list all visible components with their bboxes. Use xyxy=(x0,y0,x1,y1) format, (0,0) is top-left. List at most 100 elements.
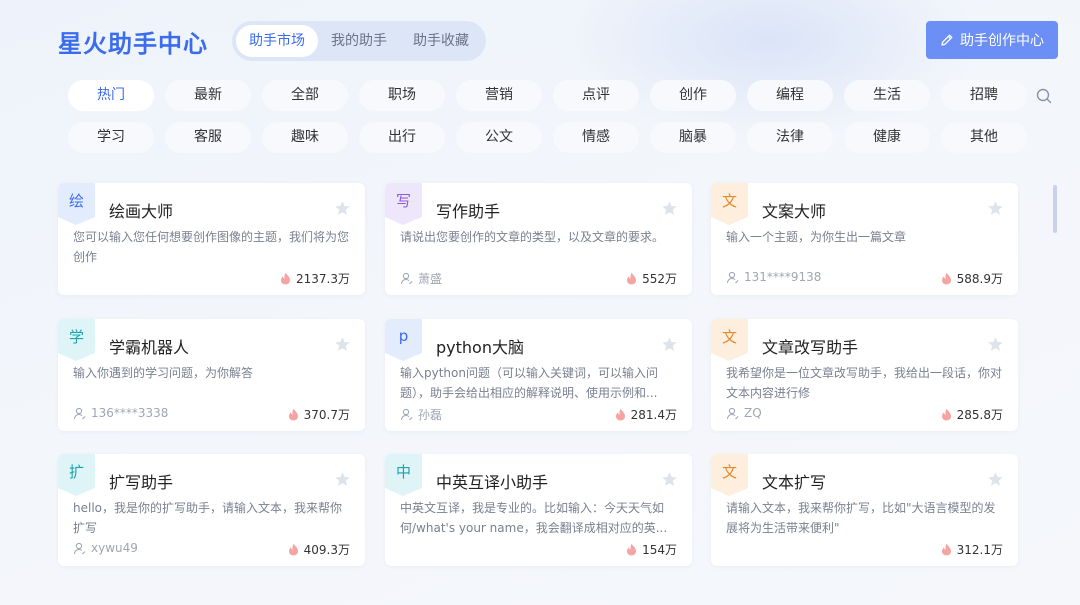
category-row-1: 热门 最新 全部 职场 营销 点评 创作 编程 生活 招聘 xyxy=(68,80,1027,111)
category-chip[interactable]: 招聘 xyxy=(941,80,1027,111)
user-icon xyxy=(73,542,86,554)
user-icon xyxy=(400,408,413,421)
card-title: 绘画大师 xyxy=(109,202,174,221)
card-badge: 中 xyxy=(385,454,422,496)
tab-favorites[interactable]: 助手收藏 xyxy=(400,25,482,57)
category-chip[interactable]: 生活 xyxy=(844,80,930,111)
scrollbar-thumb[interactable] xyxy=(1053,185,1057,233)
category-chip[interactable]: 客服 xyxy=(165,122,251,153)
category-chip[interactable]: 热门 xyxy=(68,80,154,111)
author-name: ZQ xyxy=(744,406,762,420)
category-chip[interactable]: 职场 xyxy=(359,80,445,111)
card-badge: 扩 xyxy=(58,454,95,496)
category-chip[interactable]: 出行 xyxy=(359,122,445,153)
card-description: 输入python问题（可以输入关键词，可以输入问题），助手会给出相应的解释说明、… xyxy=(400,366,658,400)
card-title: 学霸机器人 xyxy=(109,338,190,357)
card-description: 输入一个主题，为你生出一篇文章 xyxy=(726,230,907,244)
author-name: 萧盛 xyxy=(418,272,443,286)
popularity-count: 588.9万 xyxy=(956,272,1003,286)
category-chip[interactable]: 点评 xyxy=(553,80,639,111)
card-popularity: 154万 xyxy=(626,541,677,558)
favorite-star-icon[interactable] xyxy=(987,200,1004,217)
card-author: xywu49 xyxy=(73,541,138,555)
card-author: 萧盛 xyxy=(400,270,442,287)
category-chip[interactable]: 创作 xyxy=(650,80,736,111)
assistant-card[interactable]: 绘绘画大师 您可以输入您任何想要创作图像的主题，我们将为您创作 2137.3万 xyxy=(58,183,365,295)
author-name: 131****9138 xyxy=(744,270,822,284)
card-badge: 文 xyxy=(711,183,748,225)
search-icon[interactable] xyxy=(1034,86,1054,106)
popularity-count: 281.4万 xyxy=(630,408,677,422)
page-title: 星火助手中心 xyxy=(58,30,208,58)
flame-icon xyxy=(941,408,951,421)
card-description: 请输入文本，我来帮你扩写，比如"大语言模型的发展将为生活带来便利" xyxy=(726,501,996,535)
assistant-card[interactable]: 中中英互译小助手 中英文互译，我是专业的。比如输入：今天天气如何/what's y… xyxy=(385,454,692,566)
assistant-card[interactable]: 文文章改写助手 我希望你是一位文章改写助手，我给出一段话，你对文本内容进行修 ZQ 2… xyxy=(711,319,1018,431)
author-name: 136****3338 xyxy=(91,406,169,420)
card-popularity: 281.4万 xyxy=(615,406,677,423)
card-title: 文章改写助手 xyxy=(762,338,859,357)
flame-icon xyxy=(288,543,298,556)
card-author: 131****9138 xyxy=(726,270,821,284)
card-badge: p xyxy=(385,319,422,361)
assistant-card[interactable]: 文文案大师输入一个主题，为你生出一篇文章 131****9138 588.9万 xyxy=(711,183,1018,295)
favorite-star-icon[interactable] xyxy=(334,336,351,353)
card-badge: 绘 xyxy=(58,183,95,225)
card-author: 136****3338 xyxy=(73,406,168,420)
card-description: 请说出您要创作的文章的类型，以及文章的要求。 xyxy=(400,230,665,244)
user-icon xyxy=(726,407,739,419)
card-popularity: 588.9万 xyxy=(941,270,1003,287)
category-chip[interactable]: 情感 xyxy=(553,122,639,153)
assistant-tabs: 助手市场 我的助手 助手收藏 xyxy=(232,21,486,61)
assistant-card[interactable]: 写写作助手 请说出您要创作的文章的类型，以及文章的要求。 萧盛 552万 xyxy=(385,183,692,295)
category-chip[interactable]: 营销 xyxy=(456,80,542,111)
flame-icon xyxy=(941,272,951,285)
favorite-star-icon[interactable] xyxy=(987,336,1004,353)
favorite-star-icon[interactable] xyxy=(334,471,351,488)
category-row-2: 学习 客服 趣味 出行 公文 情感 脑暴 法律 健康 其他 xyxy=(68,122,1027,153)
card-title: 中英互译小助手 xyxy=(436,473,549,492)
card-badge: 文 xyxy=(711,319,748,361)
background-glow xyxy=(560,0,980,140)
category-chip[interactable]: 法律 xyxy=(747,122,833,153)
favorite-star-icon[interactable] xyxy=(661,200,678,217)
user-icon xyxy=(400,272,413,285)
flame-icon xyxy=(288,408,298,421)
category-chip[interactable]: 脑暴 xyxy=(650,122,736,153)
category-chip[interactable]: 最新 xyxy=(165,80,251,111)
create-center-button[interactable]: 助手创作中心 xyxy=(926,21,1058,59)
tab-mine[interactable]: 我的助手 xyxy=(318,25,400,57)
popularity-count: 154万 xyxy=(642,543,677,557)
favorite-star-icon[interactable] xyxy=(661,336,678,353)
favorite-star-icon[interactable] xyxy=(987,471,1004,488)
card-title: 文本扩写 xyxy=(762,473,827,492)
flame-icon xyxy=(941,543,951,556)
category-chip[interactable]: 健康 xyxy=(844,122,930,153)
assistant-card[interactable]: 学学霸机器人 输入你遇到的学习问题，为你解答 136****3338 370.7万 xyxy=(58,319,365,431)
category-chip[interactable]: 全部 xyxy=(262,80,348,111)
card-title: 扩写助手 xyxy=(109,473,174,492)
author-name: xywu49 xyxy=(91,541,138,555)
card-description: hello，我是你的扩写助手，请输入文本，我来帮你扩写 xyxy=(73,501,342,535)
assistant-card[interactable]: 扩扩写助手 hello，我是你的扩写助手，请输入文本，我来帮你扩写 xywu49 40… xyxy=(58,454,365,566)
card-badge: 写 xyxy=(385,183,422,225)
category-chip[interactable]: 趣味 xyxy=(262,122,348,153)
favorite-star-icon[interactable] xyxy=(661,471,678,488)
category-chip[interactable]: 学习 xyxy=(68,122,154,153)
user-icon xyxy=(726,271,739,283)
category-chip[interactable]: 其他 xyxy=(941,122,1027,153)
tab-market[interactable]: 助手市场 xyxy=(236,25,318,57)
card-author: ZQ xyxy=(726,406,762,420)
category-chip[interactable]: 公文 xyxy=(456,122,542,153)
card-title: 文案大师 xyxy=(762,202,827,221)
favorite-star-icon[interactable] xyxy=(334,200,351,217)
card-popularity: 312.1万 xyxy=(941,541,1003,558)
create-center-label: 助手创作中心 xyxy=(960,33,1044,49)
card-description: 输入你遇到的学习问题，为你解答 xyxy=(73,366,254,380)
popularity-count: 312.1万 xyxy=(956,543,1003,557)
card-author: 孙磊 xyxy=(400,406,442,423)
category-chip[interactable]: 编程 xyxy=(747,80,833,111)
flame-icon xyxy=(627,543,637,556)
assistant-card[interactable]: p python大脑 输入python问题（可以输入关键词，可以输入问题），助手会给… xyxy=(385,319,692,431)
assistant-card[interactable]: 文文本扩写 请输入文本，我来帮你扩写，比如"大语言模型的发展将为生活带来便利" 31… xyxy=(711,454,1018,566)
